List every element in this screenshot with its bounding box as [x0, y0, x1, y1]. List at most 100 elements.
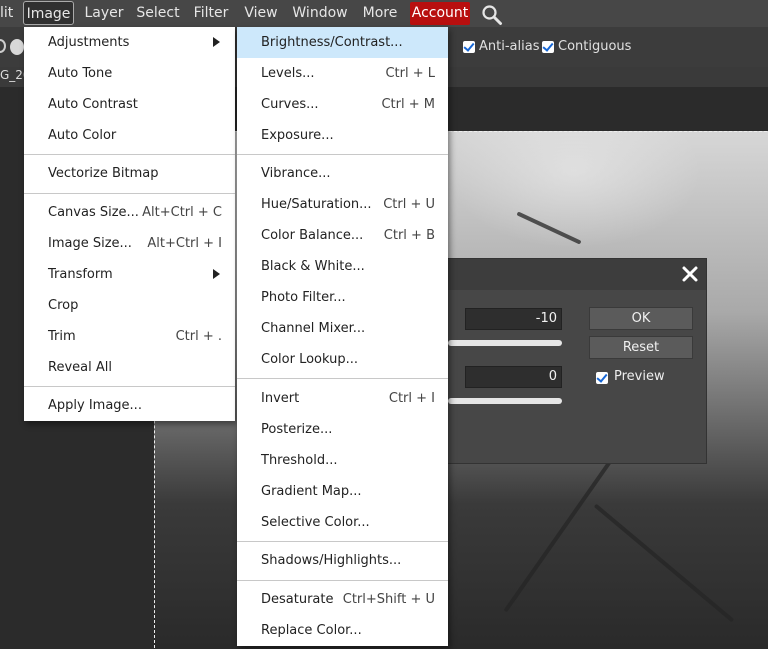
menu-item-transform[interactable]: Transform — [24, 259, 235, 290]
search-icon[interactable] — [481, 4, 503, 26]
anti-alias-label: Anti-alias — [479, 39, 540, 54]
menu-item-label: Exposure... — [261, 128, 334, 143]
submenu-arrow-icon — [213, 269, 220, 279]
brightness-slider[interactable] — [448, 340, 562, 346]
menu-separator — [24, 386, 235, 387]
menu-item-reveal-all[interactable]: Reveal All — [24, 352, 235, 383]
menu-item-label: Color Balance... — [261, 228, 364, 243]
menu-item-shortcut: Ctrl + . — [175, 329, 222, 344]
menu-item-gradient-map[interactable]: Gradient Map... — [237, 476, 448, 507]
dialog-title-bar[interactable] — [448, 259, 706, 290]
menu-item-channel-mixer[interactable]: Channel Mixer... — [237, 313, 448, 344]
menu-item-auto-tone[interactable]: Auto Tone — [24, 58, 235, 89]
menu-separator — [237, 580, 448, 581]
menu-item-canvas-size[interactable]: Canvas Size... Alt+Ctrl + C — [24, 197, 235, 228]
menu-item-label: Replace Color... — [261, 623, 362, 638]
menu-item-color-lookup[interactable]: Color Lookup... — [237, 344, 448, 375]
menu-item-label: Shadows/Highlights... — [261, 553, 402, 568]
menu-item-label: Transform — [48, 267, 113, 282]
menu-item-label: Auto Contrast — [48, 97, 138, 112]
menu-window[interactable]: Window — [290, 0, 350, 27]
brightness-value-input[interactable]: -10 — [465, 308, 562, 330]
menu-item-label: Reveal All — [48, 360, 112, 375]
menu-layer[interactable]: Layer — [82, 0, 126, 27]
menu-item-brightness-contrast[interactable]: Brightness/Contrast... — [237, 27, 448, 58]
menu-edit[interactable]: lit — [0, 0, 13, 27]
menu-item-label: Posterize... — [261, 422, 333, 437]
menu-item-photo-filter[interactable]: Photo Filter... — [237, 282, 448, 313]
contiguous-label: Contiguous — [558, 39, 632, 54]
menu-item-vectorize-bitmap[interactable]: Vectorize Bitmap — [24, 158, 235, 189]
menu-item-trim[interactable]: Trim Ctrl + . — [24, 321, 235, 352]
menu-item-label: Auto Tone — [48, 66, 113, 81]
menu-item-shortcut: Alt+Ctrl + I — [147, 236, 222, 251]
menu-item-label: Auto Color — [48, 128, 117, 143]
brightness-contrast-dialog: -10 0 OK Reset Preview — [447, 258, 707, 464]
menu-item-crop[interactable]: Crop — [24, 290, 235, 321]
menu-item-apply-image[interactable]: Apply Image... — [24, 390, 235, 421]
menu-item-label: Trim — [48, 329, 76, 344]
menu-item-shadows-highlights[interactable]: Shadows/Highlights... — [237, 545, 448, 576]
menu-item-label: Desaturate — [261, 592, 334, 607]
menu-item-replace-color[interactable]: Replace Color... — [237, 615, 448, 646]
menu-separator — [237, 378, 448, 379]
preview-checkbox[interactable] — [596, 372, 608, 384]
menu-item-black-white[interactable]: Black & White... — [237, 251, 448, 282]
menu-item-desaturate[interactable]: Desaturate Ctrl+Shift + U — [237, 584, 448, 615]
menu-item-shortcut: Ctrl + U — [383, 197, 435, 212]
menu-item-invert[interactable]: Invert Ctrl + I — [237, 383, 448, 414]
menu-item-hue-saturation[interactable]: Hue/Saturation... Ctrl + U — [237, 189, 448, 220]
menu-item-label: Channel Mixer... — [261, 321, 366, 336]
menu-item-curves[interactable]: Curves... Ctrl + M — [237, 89, 448, 120]
menu-item-label: Adjustments — [48, 35, 130, 50]
menu-item-label: Photo Filter... — [261, 290, 346, 305]
menu-item-label: Vibrance... — [261, 166, 331, 181]
menu-item-shortcut: Ctrl + I — [388, 391, 435, 406]
menu-item-label: Invert — [261, 391, 300, 406]
menu-item-color-balance[interactable]: Color Balance... Ctrl + B — [237, 220, 448, 251]
menu-item-label: Levels... — [261, 66, 315, 81]
brush-preset-icon[interactable] — [10, 39, 24, 55]
menu-item-vibrance[interactable]: Vibrance... — [237, 158, 448, 189]
menu-item-label: Threshold... — [261, 453, 338, 468]
tool-icon[interactable] — [0, 39, 6, 53]
menu-item-label: Hue/Saturation... — [261, 197, 372, 212]
menu-item-threshold[interactable]: Threshold... — [237, 445, 448, 476]
image-menu: Adjustments Auto Tone Auto Contrast Auto… — [24, 27, 235, 421]
ok-button[interactable]: OK — [589, 307, 693, 330]
reset-button[interactable]: Reset — [589, 336, 693, 359]
menu-item-exposure[interactable]: Exposure... — [237, 120, 448, 151]
menu-item-label: Selective Color... — [261, 515, 370, 530]
menu-filter[interactable]: Filter — [190, 0, 232, 27]
menu-item-selective-color[interactable]: Selective Color... — [237, 507, 448, 538]
menu-item-label: Gradient Map... — [261, 484, 362, 499]
contrast-value-input[interactable]: 0 — [465, 366, 562, 388]
menu-item-auto-contrast[interactable]: Auto Contrast — [24, 89, 235, 120]
contrast-slider[interactable] — [448, 398, 562, 404]
adjustments-submenu: Brightness/Contrast... Levels... Ctrl + … — [237, 27, 448, 646]
menu-separator — [237, 154, 448, 155]
menu-item-image-size[interactable]: Image Size... Alt+Ctrl + I — [24, 228, 235, 259]
account-button[interactable]: Account — [410, 2, 470, 25]
close-icon[interactable] — [680, 264, 700, 284]
menu-image[interactable]: Image — [23, 1, 74, 25]
contiguous-checkbox[interactable] — [542, 41, 554, 53]
menu-item-adjustments[interactable]: Adjustments — [24, 27, 235, 58]
menu-item-label: Vectorize Bitmap — [48, 166, 159, 181]
menu-select[interactable]: Select — [134, 0, 182, 27]
menu-more[interactable]: More — [359, 0, 401, 27]
menu-item-label: Apply Image... — [48, 398, 142, 413]
menu-separator — [237, 541, 448, 542]
menu-item-auto-color[interactable]: Auto Color — [24, 120, 235, 151]
menu-item-posterize[interactable]: Posterize... — [237, 414, 448, 445]
menu-item-levels[interactable]: Levels... Ctrl + L — [237, 58, 448, 89]
menu-separator — [24, 193, 235, 194]
menu-item-label: Brightness/Contrast... — [261, 35, 403, 50]
menu-item-shortcut: Ctrl + L — [385, 66, 435, 81]
menu-view[interactable]: View — [242, 0, 280, 27]
menu-item-shortcut: Ctrl+Shift + U — [342, 592, 435, 607]
menu-item-label: Image Size... — [48, 236, 132, 251]
anti-alias-checkbox[interactable] — [463, 41, 475, 53]
preview-label: Preview — [614, 369, 665, 384]
menu-item-label: Black & White... — [261, 259, 365, 274]
